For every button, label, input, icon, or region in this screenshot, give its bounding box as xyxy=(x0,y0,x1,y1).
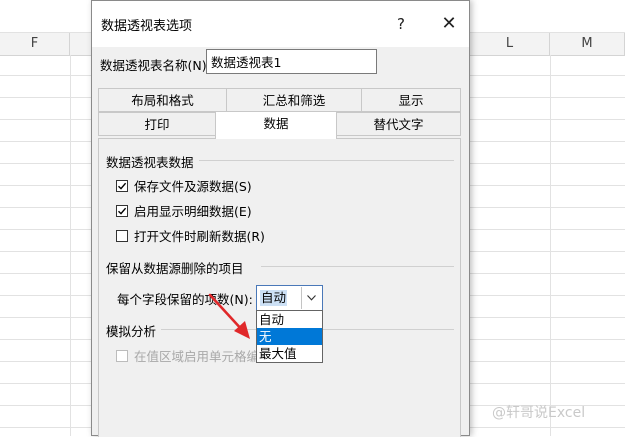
checkbox-box[interactable] xyxy=(116,180,128,192)
checkbox-label: 保存文件及源数据(S) xyxy=(134,179,252,194)
dropdown-option-auto[interactable]: 自动 xyxy=(257,311,322,328)
tab-layout-format[interactable]: 布局和格式 xyxy=(98,88,227,112)
items-per-field-combobox[interactable]: 自动 xyxy=(256,285,323,311)
tab-alt-text[interactable]: 替代文字 xyxy=(336,112,461,136)
checkbox-box[interactable] xyxy=(116,205,128,217)
pivot-name-label: 数据透视表名称(N): xyxy=(100,58,211,73)
pivot-table-options-dialog: 数据透视表选项 ? ✕ 数据透视表名称(N): 布局和格式 汇总和筛选 显示 打… xyxy=(91,0,470,437)
close-button[interactable]: ✕ xyxy=(432,9,466,39)
tab-data[interactable]: 数据 xyxy=(215,111,337,139)
dropdown-button[interactable] xyxy=(301,287,321,309)
red-annotation-arrow xyxy=(208,293,250,339)
gridline xyxy=(70,55,71,436)
items-per-field-dropdown-list: 自动 无 最大值 xyxy=(256,310,323,363)
dialog-titlebar[interactable]: 数据透视表选项 ? ✕ xyxy=(92,1,469,47)
checkbox-label: 打开文件时刷新数据(R) xyxy=(134,229,265,244)
checkmark-icon xyxy=(118,182,127,190)
chevron-down-icon xyxy=(307,295,316,301)
section-title-retain-items: 保留从数据源删除的项目 xyxy=(106,261,244,276)
column-header-m[interactable]: M xyxy=(550,33,625,55)
tab-totals-filters[interactable]: 汇总和筛选 xyxy=(226,88,362,112)
column-header-strip-left: F xyxy=(0,33,91,56)
checkbox-label: 启用显示明细数据(E) xyxy=(134,204,252,219)
section-title-what-if: 模拟分析 xyxy=(106,324,157,339)
column-header-l[interactable]: L xyxy=(470,33,550,55)
data-tab-panel: 数据透视表数据 保存文件及源数据(S) 启用显示明细数据(E) 打开文件时刷新数… xyxy=(98,138,461,437)
combobox-value: 自动 xyxy=(260,290,288,306)
checkbox-box[interactable] xyxy=(116,230,128,242)
pivot-name-input[interactable] xyxy=(206,49,377,74)
dropdown-option-max[interactable]: 最大值 xyxy=(257,345,322,362)
section-divider xyxy=(261,266,454,267)
dialog-title: 数据透视表选项 xyxy=(101,19,193,34)
column-header-strip-right: L M xyxy=(470,33,625,56)
checkmark-icon xyxy=(118,207,127,215)
gridline xyxy=(550,55,551,436)
checkbox-label: 在值区域启用单元格编 xyxy=(134,349,260,364)
help-button[interactable]: ? xyxy=(384,9,418,39)
section-title-pivot-data: 数据透视表数据 xyxy=(106,155,194,170)
tab-display[interactable]: 显示 xyxy=(361,88,461,112)
watermark-text: @轩哥说Excel xyxy=(492,405,586,421)
dropdown-option-none[interactable]: 无 xyxy=(257,328,322,345)
section-divider xyxy=(199,160,454,161)
tab-print[interactable]: 打印 xyxy=(98,112,216,136)
column-header-f[interactable]: F xyxy=(0,33,70,55)
checkbox-box xyxy=(116,350,128,362)
